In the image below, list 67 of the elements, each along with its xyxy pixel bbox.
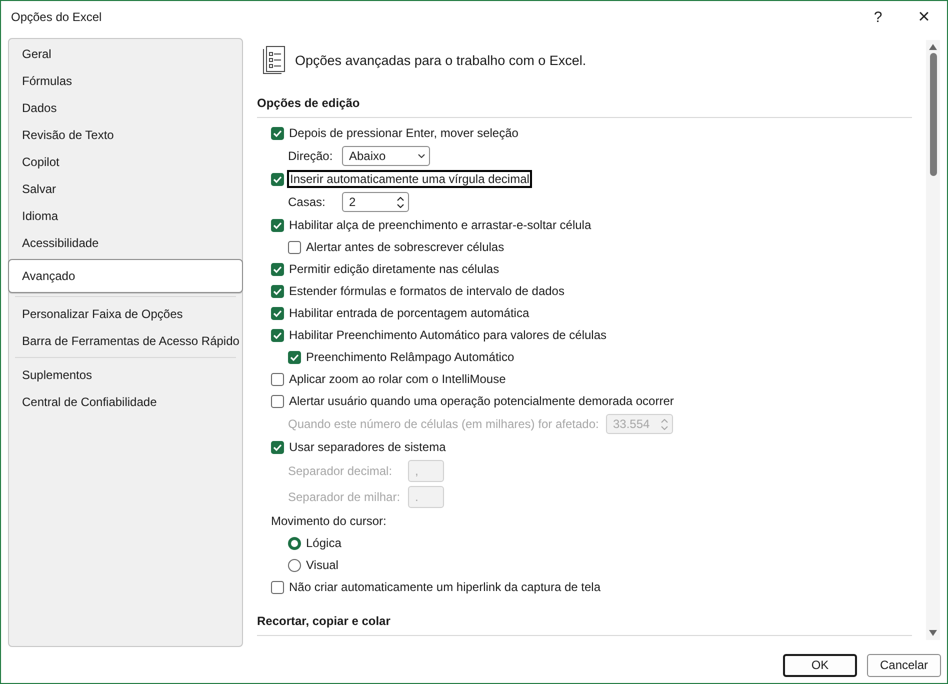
sidebar-item[interactable]: Geral [9, 40, 242, 67]
checkbox-label[interactable]: Depois de pressionar Enter, mover seleção [289, 126, 518, 140]
checkbox[interactable] [288, 350, 301, 364]
checkbox[interactable] [288, 240, 301, 254]
checkbox[interactable] [271, 580, 284, 594]
checkbox[interactable] [271, 172, 284, 186]
checkbox-label[interactable]: Habilitar alça de preenchimento e arrastar-e-soltar célula [289, 218, 592, 232]
sidebar-item[interactable]: Personalizar Faixa de Opções [9, 300, 242, 327]
spin-down-icon[interactable] [397, 204, 404, 208]
checkbox-label[interactable]: Alertar usuário quando uma operação potencialmente demorada ocorrer [289, 394, 674, 408]
sidebar-item[interactable]: Barra de Ferramentas de Acesso Rápido [9, 327, 242, 354]
field-label: Quando este número de células (em milhares) for afetado: [288, 417, 599, 431]
radio-button[interactable] [288, 558, 301, 572]
checkbox[interactable] [271, 306, 284, 320]
field-label: Direção: [288, 149, 333, 163]
window-title: Opções do Excel [11, 10, 103, 24]
cancel-button[interactable]: Cancelar [867, 654, 941, 676]
radio-button[interactable] [288, 536, 301, 550]
sidebar-item[interactable]: Copilot [9, 148, 242, 175]
sidebar-item[interactable]: Central de Confiabilidade [9, 388, 242, 415]
sidebar-item[interactable]: Fórmulas [9, 67, 242, 94]
spin-up-icon[interactable] [397, 196, 404, 200]
checkbox-label[interactable]: Habilitar Preenchimento Automático para valores de células [289, 328, 607, 342]
chevron-down-icon [418, 154, 425, 158]
ok-button[interactable]: OK [783, 654, 857, 676]
sidebar-item[interactable]: Dados [9, 94, 242, 121]
checkbox[interactable] [271, 440, 284, 454]
checkbox-label[interactable]: Habilitar entrada de porcentagem automática [289, 306, 530, 320]
sidebar-item[interactable]: Avançado [8, 259, 243, 293]
scroll-down-icon[interactable] [929, 630, 937, 636]
checkbox[interactable] [271, 126, 284, 140]
checkbox-label[interactable]: Preenchimento Relâmpago Automático [306, 350, 514, 364]
section-heading: Recortar, copiar e colar [257, 598, 912, 636]
section-heading: Opções de edição [257, 80, 912, 118]
page-heading: Opções avançadas para o trabalho com o Excel. [295, 52, 586, 68]
list-icon [263, 46, 285, 74]
checkbox[interactable] [271, 372, 284, 386]
checkbox-label[interactable]: Estender fórmulas e formatos de intervalo de dados [289, 284, 564, 298]
checkbox-label[interactable]: Aplicar zoom ao rolar com o IntelliMouse [289, 372, 506, 386]
checkbox[interactable] [271, 262, 284, 276]
close-button[interactable]: × [901, 1, 947, 33]
sidebar-item[interactable]: Salvar [9, 175, 242, 202]
scroll-thumb[interactable] [930, 53, 936, 176]
checkbox-label[interactable]: Alertar antes de sobrescrever células [306, 240, 504, 254]
field-label: Casas: [288, 195, 326, 209]
sidebar-item[interactable]: Acessibilidade [9, 229, 242, 256]
checkbox[interactable] [271, 284, 284, 298]
direction-dropdown[interactable]: Abaixo [342, 146, 430, 166]
field-label: Separador de milhar: [288, 490, 400, 504]
spin-field[interactable]: 2 [342, 192, 409, 212]
field-label: Separador decimal: [288, 464, 392, 478]
checkbox-label[interactable]: Permitir edição diretamente nas células [289, 262, 500, 276]
checkbox[interactable] [271, 328, 284, 342]
checkbox[interactable] [271, 218, 284, 232]
checkbox-label[interactable]: Inserir automaticamente uma vírgula decimal [289, 172, 530, 186]
sidebar-item[interactable]: Revisão de Texto [9, 121, 242, 148]
group-label: Movimento do cursor: [271, 514, 386, 528]
sidebar-item[interactable]: Idioma [9, 202, 242, 229]
radio-label[interactable]: Lógica [306, 536, 342, 550]
checkbox-label[interactable]: Não criar automaticamente um hiperlink da captura de tela [289, 580, 600, 594]
help-button[interactable]: ? [855, 1, 901, 33]
radio-label[interactable]: Visual [306, 558, 338, 572]
scroll-up-icon[interactable] [929, 44, 937, 50]
checkbox-label[interactable]: Usar separadores de sistema [289, 440, 446, 454]
sidebar-item[interactable]: Suplementos [9, 361, 242, 388]
scrollbar[interactable] [926, 40, 940, 640]
checkbox[interactable] [271, 394, 284, 408]
